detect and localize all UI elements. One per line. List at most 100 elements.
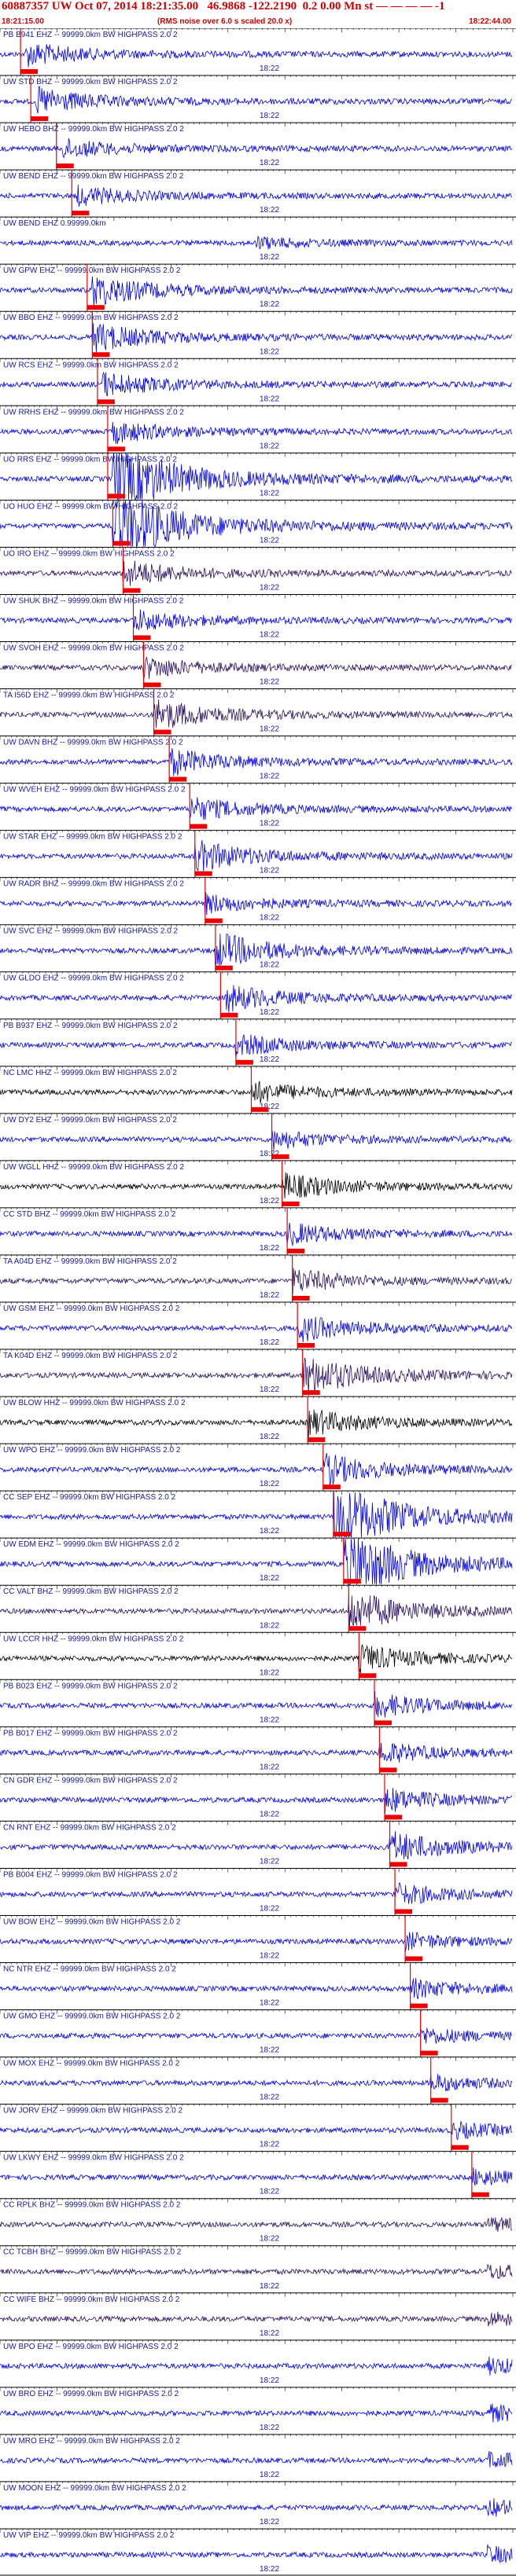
pick-flag	[385, 1815, 402, 1820]
trace-17: UW STAR EHZ -- 99999.0km BW HIGHPASS 2.0…	[0, 830, 516, 878]
trace-label: UW SHUK BHZ -- 99999.0km BW HIGHPASS 2.0…	[3, 596, 184, 605]
waveform-line	[0, 1130, 513, 1150]
trace-label: PB B004 EHZ -- 99999.0km BW HIGHPASS 2.0…	[3, 1870, 178, 1879]
pick-flag	[287, 1248, 305, 1253]
trace-20: UW GLDO EHZ -- 99999.0km BW HIGHPASS 2.0…	[0, 971, 516, 1019]
trace-34: UW LCCR HHZ -- 99999.0km BW HIGHPASS 2.0…	[0, 1631, 516, 1680]
trace-38: CN RNT EHZ -- 99999.0km BW HIGHPASS 2.0 …	[0, 1820, 516, 1869]
trace-label: UW GPW EHZ -- 99999.0km BW HIGHPASS 2.0 …	[3, 266, 181, 275]
plot-header: 60887357 UW Oct 07, 2014 18:21:35.00 46.…	[0, 0, 516, 31]
pick-flag	[190, 824, 208, 829]
minute-tick-label: 18:22	[260, 1527, 279, 1536]
waveform-line	[0, 1882, 513, 1904]
trace-36: PB B017 EHZ -- 99999.0km BW HIGHPASS 2.0…	[0, 1726, 516, 1774]
minute-tick-label: 18:22	[260, 867, 279, 875]
trace-3: UW BEND EHZ -- 99999.0km BW HIGHPASS 2.0…	[0, 169, 516, 218]
trace-19: UW SVC EHZ -- 99999.0km BW HIGHPASS 2.0 …	[0, 924, 516, 972]
pick-flag	[123, 588, 141, 593]
trace-39: PB B004 EHZ -- 99999.0km BW HIGHPASS 2.0…	[0, 1867, 516, 1916]
trace-label: UW JORV EHZ -- 99999.0km BW HIGHPASS 2.0…	[3, 2107, 182, 2115]
trace-label: UW DY2 EHZ -- 99999.0km BW HIGHPASS 2.0 …	[3, 1116, 177, 1125]
pick-flag	[395, 1909, 413, 1914]
minute-tick-label: 18:22	[260, 1385, 279, 1394]
trace-26: TA A04D EHZ -- 99999.0km BW HIGHPASS 2.0…	[0, 1254, 516, 1302]
minute-tick-label: 18:22	[260, 630, 279, 639]
minute-tick-label: 18:22	[260, 820, 279, 828]
trace-label: UW LCCR HHZ -- 99999.0km BW HIGHPASS 2.0…	[3, 1635, 184, 1643]
trace-30: UW WPO EHZ -- 99999.0km BW HIGHPASS 2.0 …	[0, 1443, 516, 1492]
waveform-line	[0, 609, 513, 631]
waveform-line	[0, 1268, 513, 1295]
trace-label: UW MOX EHZ -- 99999.0km BW HIGHPASS 2.0 …	[3, 2060, 180, 2068]
trace-label: CC VALT BHZ -- 99999.0km BW HIGHPASS 2.0…	[3, 1587, 179, 1596]
trace-31: CC SEP EHZ -- 99999.0km BW HIGHPASS 2.0 …	[0, 1490, 516, 1539]
minute-tick-label: 18:22	[260, 1621, 279, 1630]
pick-flag	[282, 1201, 300, 1206]
trace-label: UW BBO EHZ -- 99999.0km BW HIGHPASS 2.0 …	[3, 314, 179, 322]
trace-label: CN RNT EHZ -- 99999.0km BW HIGHPASS 2.0 …	[3, 1823, 176, 1832]
pick-flag	[235, 1059, 253, 1065]
trace-22: NC LMC HHZ -- 99999.0km BW HIGHPASS 2.0 …	[0, 1066, 516, 1114]
waveform-line	[0, 1172, 513, 1199]
minute-tick-label: 18:22	[260, 442, 279, 450]
trace-21: PB B937 EHZ -- 99999.0km BW HIGHPASS 2.0…	[0, 1018, 516, 1066]
minute-tick-label: 18:22	[260, 1291, 279, 1300]
trace-24: UW WGLL HHZ -- 99999.0km BW HIGHPASS 2.0…	[0, 1160, 516, 1208]
trace-label: UW RCS EHZ -- 99999.0km BW HIGHPASS 2.0 …	[3, 361, 179, 369]
minute-tick-label: 18:22	[260, 725, 279, 734]
trace-12: UW SHUK BHZ -- 99999.0km BW HIGHPASS 2.0…	[0, 593, 516, 642]
pick-flag	[56, 163, 74, 169]
trace-11: UO IRO EHZ -- 99999.0km BW HIGHPASS 2.0 …	[0, 546, 516, 595]
trace-label: TA A04D EHZ -- 99999.0km BW HIGHPASS 2.0…	[3, 1257, 177, 1266]
minute-tick-label: 18:22	[260, 394, 279, 403]
waveform-line	[0, 892, 513, 916]
trace-29: UW BLOW HHZ -- 99999.0km BW HIGHPASS 2.0…	[0, 1396, 516, 1444]
pick-flag	[215, 965, 233, 971]
trace-35: PB B023 EHZ -- 99999.0km BW HIGHPASS 2.0…	[0, 1679, 516, 1727]
noise-note: (RMS noise over 6.0 s scaled 20.0 x)	[157, 17, 293, 26]
minute-tick-label: 18:22	[260, 583, 279, 592]
trace-label: TA I56D EHZ -- 99999.0km BW HIGHPASS 2.0…	[3, 692, 175, 700]
pick-flag	[97, 399, 115, 405]
waveform-line	[0, 138, 513, 159]
trace-label: PB B937 EHZ -- 99999.0km BW HIGHPASS 2.0…	[3, 1022, 178, 1030]
trace-13: UW SVOH EHZ -- 99999.0km BW HIGHPASS 2.0…	[0, 640, 516, 689]
trace-50: UW BRO EHZ -- 99999.0km BW HIGHPASS 2.0 …	[0, 2387, 516, 2432]
minute-tick-label: 18:22	[260, 914, 279, 923]
waveform-line	[0, 1932, 513, 1952]
minute-tick-label: 18:22	[260, 1763, 279, 1771]
minute-tick-label: 18:22	[260, 1197, 279, 1205]
trace-48: CC WIFE BHZ -- 99999.0km BW HIGHPASS 2.0…	[0, 2292, 516, 2338]
trace-37: CN GDR EHZ -- 99999.0km BW HIGHPASS 2.0 …	[0, 1773, 516, 1822]
trace-47: CC TCBH BHZ -- 99999.0km BW HIGHPASS 2.0…	[0, 2245, 516, 2291]
trace-label: CC RPLK BHZ -- 99999.0km BW HIGHPASS 2.0…	[3, 2201, 181, 2210]
trace-27: UW GSM EHZ -- 99999.0km BW HIGHPASS 2.0 …	[0, 1301, 516, 1350]
waveform-line	[0, 1691, 513, 1718]
pick-flag	[451, 2145, 469, 2150]
minute-tick-label: 18:22	[260, 1999, 279, 2008]
waveform-line	[0, 656, 513, 680]
pick-flag	[430, 2097, 448, 2103]
minute-tick-label: 18:22	[260, 2093, 279, 2102]
trace-label: TA K04D EHZ -- 99999.0km BW HIGHPASS 2.0…	[3, 1352, 178, 1360]
minute-tick-label: 18:22	[260, 1715, 279, 1724]
minute-tick-label: 18:22	[260, 2424, 279, 2432]
trace-label: NC LMC HHZ -- 99999.0km BW HIGHPASS 2.0 …	[3, 1069, 177, 1077]
waveform-line	[0, 797, 513, 820]
minute-tick-label: 18:22	[260, 678, 279, 687]
waveform-line	[0, 2027, 513, 2044]
seismogram-plot: PB B941 EHZ -- 99999.0km BW HIGHPASS 2.0…	[0, 28, 516, 2576]
waveform-line	[0, 86, 513, 114]
pick-flag	[359, 1673, 377, 1679]
trace-0: PB B941 EHZ -- 99999.0km BW HIGHPASS 2.0…	[0, 28, 516, 76]
trace-label: UW BLOW HHZ -- 99999.0km BW HIGHPASS 2.0…	[3, 1399, 186, 1407]
pick-flag	[271, 1154, 289, 1159]
minute-tick-label: 18:22	[260, 2235, 279, 2244]
trace-25: CC STD BHZ -- 99999.0km BW HIGHPASS 2.0 …	[0, 1207, 516, 1255]
waveform-line	[0, 1034, 513, 1058]
pick-flag	[348, 1626, 367, 1631]
trace-label: UO IRO EHZ -- 99999.0km BW HIGHPASS 2.0 …	[3, 549, 175, 558]
minute-tick-label: 18:22	[260, 347, 279, 356]
trace-label: UW BPO EHZ -- 99999.0km BW HIGHPASS 2.0 …	[3, 2343, 179, 2351]
pick-flag	[92, 352, 110, 358]
